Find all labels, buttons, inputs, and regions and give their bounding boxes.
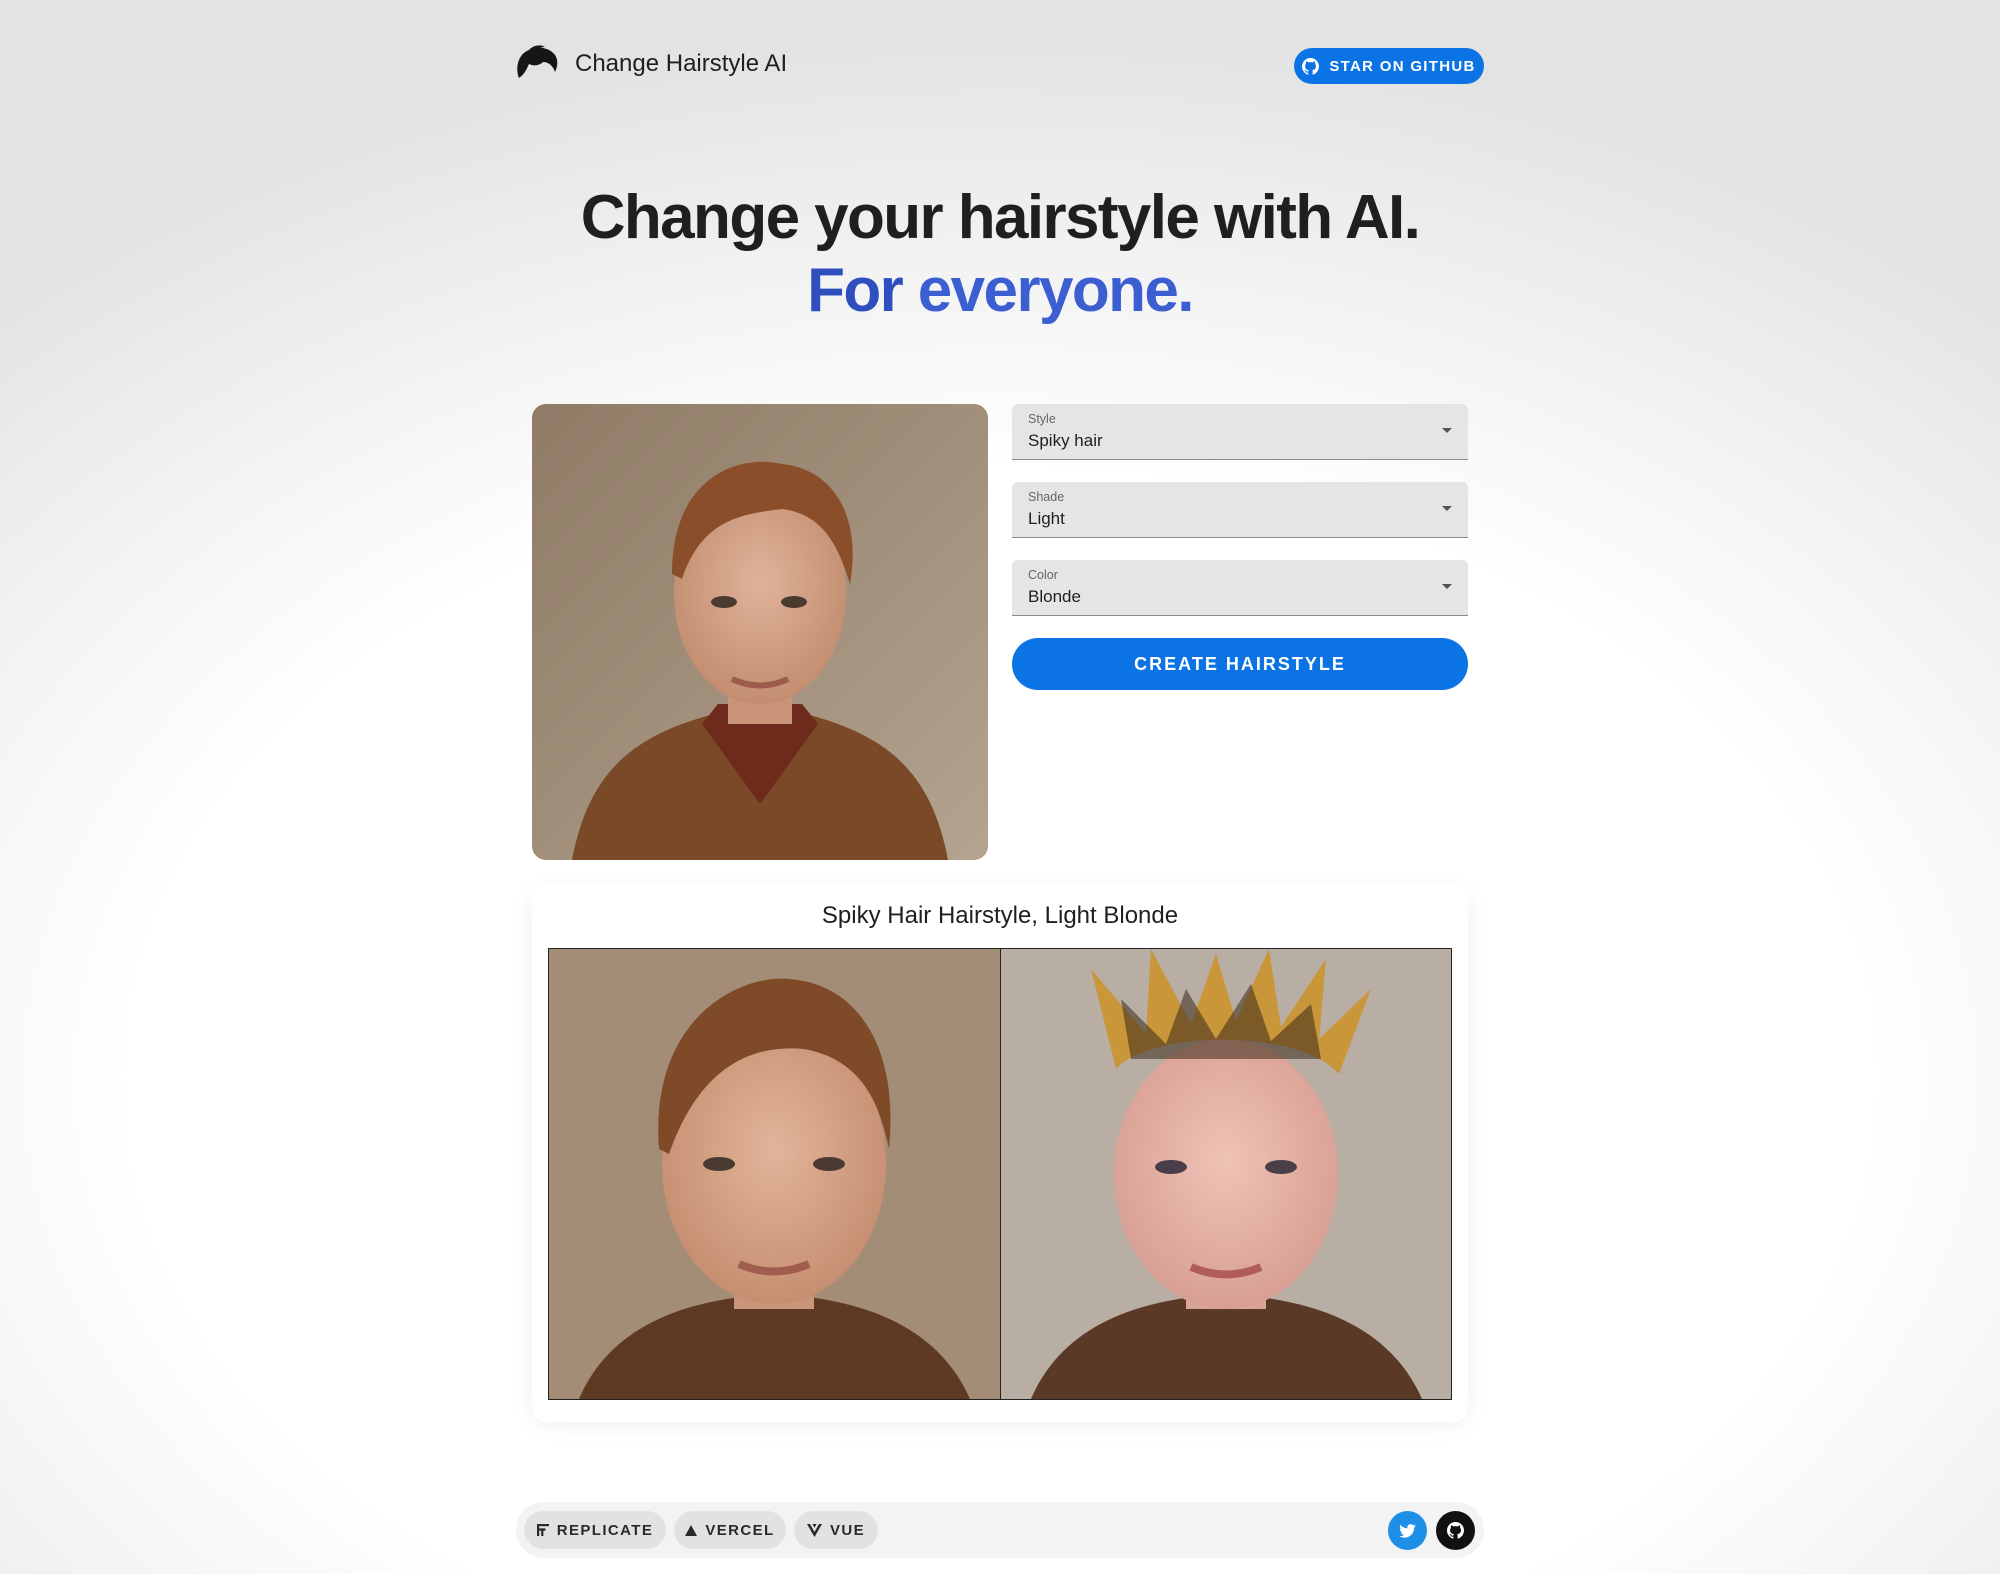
vercel-icon [685,1524,698,1536]
style-select-value: Spiky hair [1028,431,1103,450]
create-hairstyle-button[interactable]: CREATE HAIRSTYLE [1012,638,1468,690]
github-link-button[interactable] [1436,1511,1475,1550]
after-image [1000,949,1451,1399]
hero-title: Change your hairstyle with AI. [580,183,1421,252]
github-icon [1302,57,1320,75]
uploaded-photo[interactable] [532,404,988,860]
replicate-link[interactable]: REPLICATE [524,1511,666,1549]
hero-subtitle-word-2: everyone. [917,256,1195,325]
color-select[interactable]: Color Blonde [1012,560,1468,616]
twitter-icon [1399,1523,1416,1538]
hair-icon [517,45,558,78]
footer-bar: REPLICATE VERCEL VUE [516,1502,1484,1558]
chevron-down-icon [1442,584,1452,589]
replicate-label: REPLICATE [556,1521,654,1539]
github-button-label: STAR ON GITHUB [1329,57,1476,75]
vercel-link[interactable]: VERCEL [674,1511,786,1549]
before-after-comparison[interactable] [548,948,1452,1400]
star-on-github-button[interactable]: STAR ON GITHUB [1294,48,1484,84]
brand-name: Change Hairstyle AI [575,50,788,77]
replicate-icon [536,1524,549,1536]
shade-select-value: Light [1028,509,1065,528]
hero-subtitle: For everyone. [0,255,2000,326]
vercel-label: VERCEL [705,1521,775,1539]
before-image [549,949,1000,1399]
github-icon [1447,1522,1464,1539]
shade-select[interactable]: Shade Light [1012,482,1468,538]
color-select-label: Color [1028,568,1058,582]
vue-link[interactable]: VUE [794,1511,878,1549]
portrait-image [532,404,988,860]
shade-select-label: Shade [1028,490,1065,504]
brand-logo[interactable]: Change Hairstyle AI [515,44,787,84]
result-card: Spiky Hair Hairstyle, Light Blonde [532,884,1468,1422]
chevron-down-icon [1442,506,1452,511]
vue-label: VUE [829,1521,866,1539]
style-select-label: Style [1028,412,1056,426]
style-select[interactable]: Style Spiky hair [1012,404,1468,460]
twitter-button[interactable] [1388,1511,1427,1550]
chevron-down-icon [1442,428,1452,433]
hero-subtitle-word-1: For [807,256,904,325]
color-select-value: Blonde [1028,587,1081,606]
result-title: Spiky Hair Hairstyle, Light Blonde [821,902,1179,929]
vue-icon [806,1523,822,1537]
